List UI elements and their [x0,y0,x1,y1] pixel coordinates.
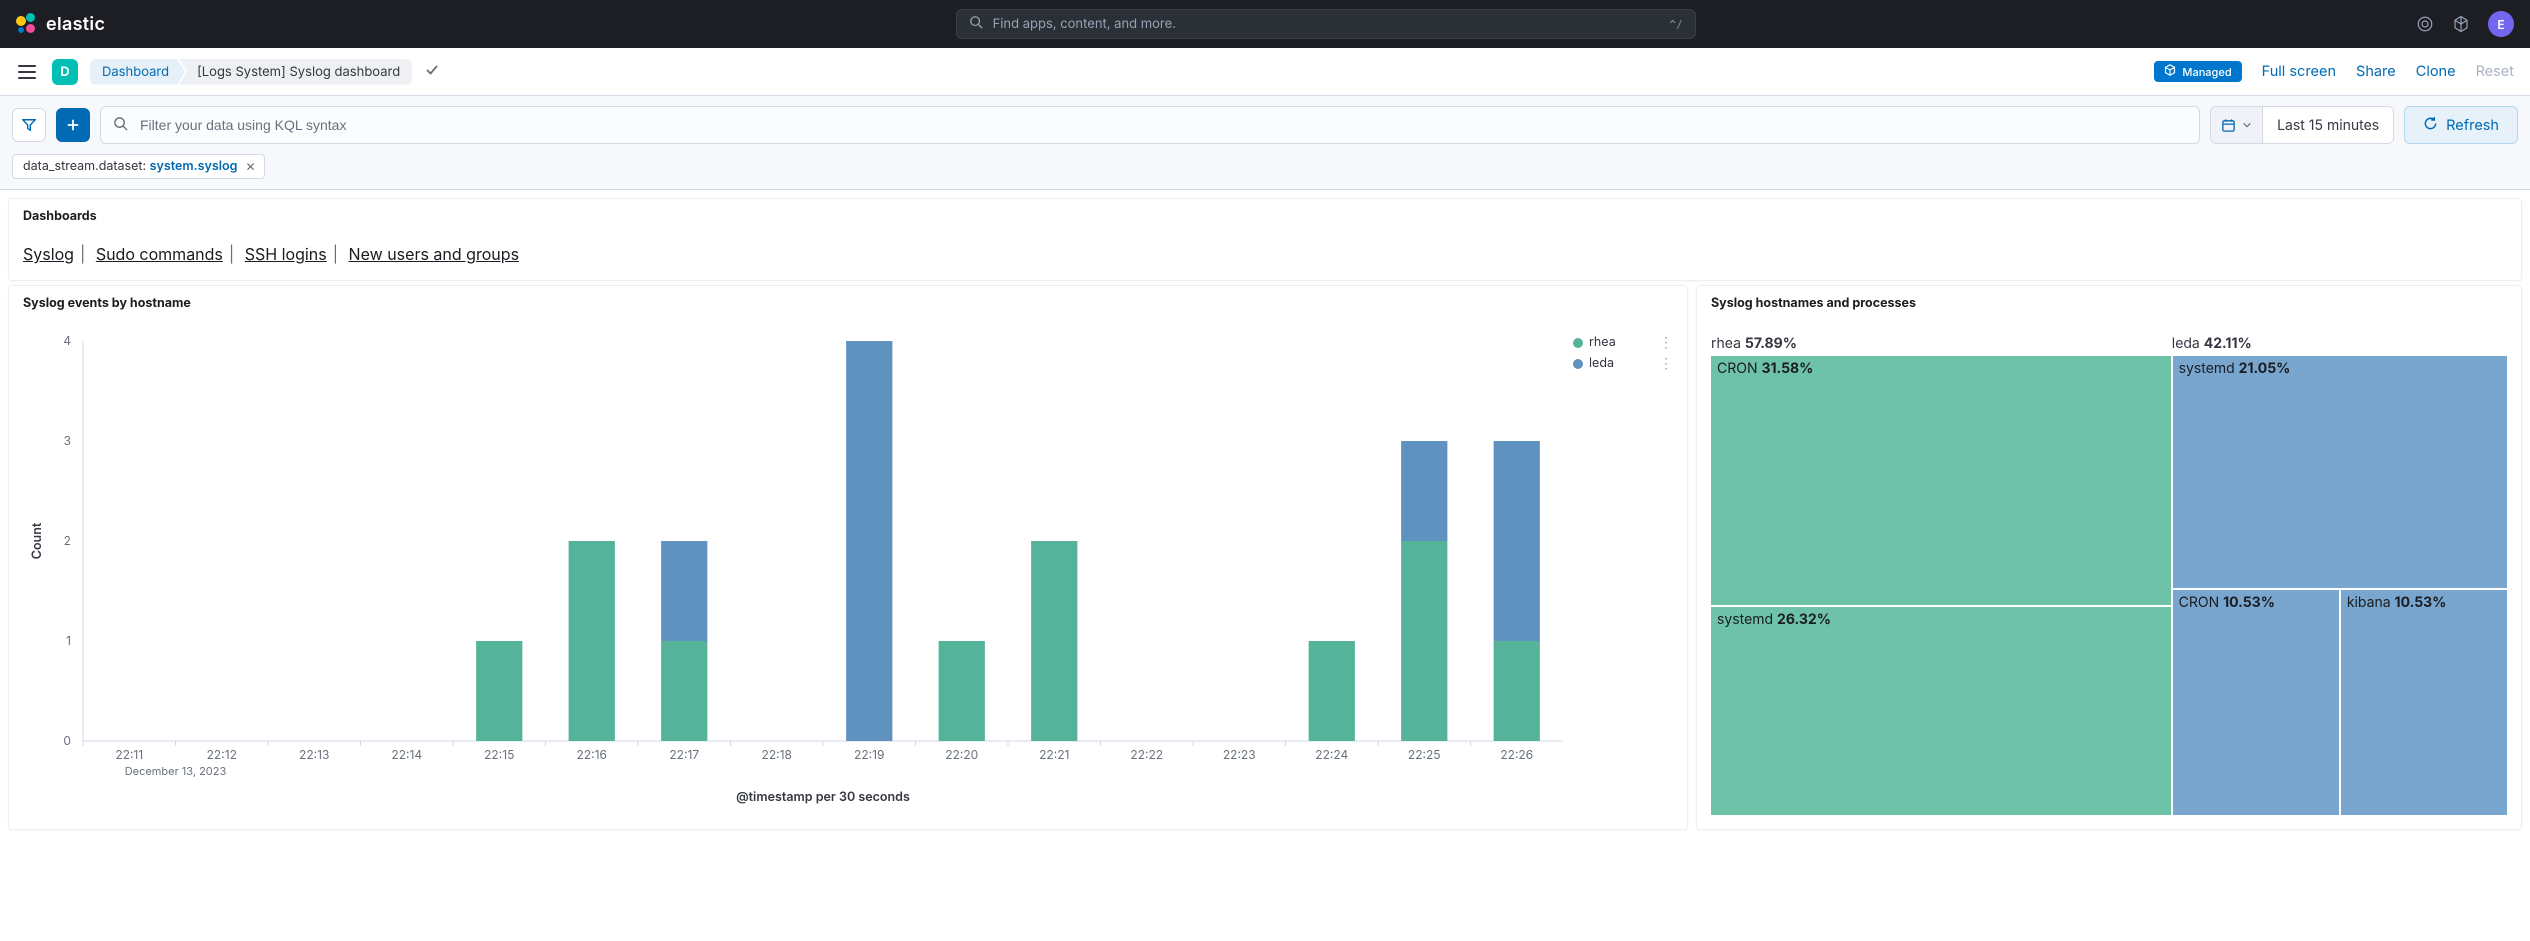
svg-text:22:12: 22:12 [207,747,237,762]
more-icon[interactable]: ⋮ [1659,338,1673,348]
svg-text:22:25: 22:25 [1408,747,1441,762]
treemap-cell[interactable]: systemd 21.05% [2173,356,2507,588]
svg-text:22:17: 22:17 [669,747,699,762]
treemap: CRON 31.58% systemd 26.32% systemd 21.05… [1711,356,2507,815]
dashboard-links: Syslog| Sudo commands| SSH logins| New u… [23,244,2507,264]
close-icon[interactable]: ✕ [245,159,255,174]
svg-text:22:16: 22:16 [577,747,607,762]
treemap-headers: rhea 57.89% leda 42.11% [1711,333,2507,354]
link-users[interactable]: New users and groups [349,244,520,264]
bar-chart: 0 1 2 3 4 22:11 22:12 22:13 22:14 22:15 22:16 22:17… [23,331,1573,811]
svg-text:22:14: 22:14 [391,747,422,762]
share-button[interactable]: Share [2356,63,2396,80]
newsfeed-icon[interactable] [2452,15,2470,33]
check-icon[interactable] [424,62,440,82]
svg-text:22:26: 22:26 [1500,747,1533,762]
clone-button[interactable]: Clone [2416,63,2456,80]
filter-options-button[interactable] [12,108,46,142]
link-ssh[interactable]: SSH logins [245,244,327,264]
charts-row: Syslog events by hostname 0 1 2 3 4 22:11 22:1… [8,285,2522,830]
app-badge[interactable]: D [52,59,78,85]
elastic-logo-icon [16,13,38,35]
search-icon [113,116,128,135]
treemap-cell[interactable]: systemd 26.32% [1711,607,2171,815]
query-bar: Last 15 minutes Refresh [0,96,2530,154]
svg-text:22:11: 22:11 [115,747,143,762]
elastic-logo[interactable]: elastic [16,13,105,35]
breadcrumb-dashboard[interactable]: Dashboard [90,59,185,85]
svg-text:Count: Count [30,522,45,559]
svg-text:@timestamp per 30 seconds: @timestamp per 30 seconds [736,790,910,805]
keyboard-hint: ^/ [1669,18,1682,31]
fullscreen-button[interactable]: Full screen [2262,63,2336,80]
svg-text:22:22: 22:22 [1130,747,1163,762]
reset-button: Reset [2476,63,2514,80]
chart-legend: rhea ⋮ leda ⋮ [1573,331,1673,815]
svg-text:4: 4 [63,333,71,348]
svg-text:2: 2 [64,533,71,548]
panel-title: Dashboards [23,209,2507,224]
svg-text:22:23: 22:23 [1223,747,1256,762]
svg-text:22:15: 22:15 [484,747,514,762]
svg-text:22:13: 22:13 [299,747,329,762]
dashboards-links-panel: Dashboards Syslog| Sudo commands| SSH lo… [8,198,2522,281]
refresh-button[interactable]: Refresh [2404,106,2518,144]
global-header: elastic Find apps, content, and more. ^/… [0,0,2530,48]
svg-text:22:21: 22:21 [1039,747,1069,762]
legend-item-leda[interactable]: leda ⋮ [1573,356,1673,371]
time-picker[interactable]: Last 15 minutes [2210,106,2394,144]
svg-text:3: 3 [64,433,71,448]
user-avatar[interactable]: E [2488,11,2514,37]
treemap-cell[interactable]: CRON 10.53% [2173,590,2339,815]
svg-text:22:20: 22:20 [945,747,978,762]
legend-item-rhea[interactable]: rhea ⋮ [1573,335,1673,350]
svg-text:22:18: 22:18 [762,747,792,762]
sub-header: D Dashboard [Logs System] Syslog dashboa… [0,48,2530,96]
nav-toggle-icon[interactable] [14,61,40,83]
more-icon[interactable]: ⋮ [1659,359,1673,369]
refresh-icon [2423,116,2438,135]
global-search-placeholder: Find apps, content, and more. [993,16,1176,32]
kql-input[interactable] [138,116,2187,134]
time-range-label[interactable]: Last 15 minutes [2263,107,2393,143]
add-filter-button[interactable] [56,108,90,142]
search-icon [969,15,983,33]
panel-title: Syslog hostnames and processes [1711,296,2507,311]
lifecycle-icon[interactable] [2416,15,2434,33]
logo-text: elastic [46,14,105,35]
svg-text:December 13, 2023: December 13, 2023 [125,764,227,778]
managed-badge: Managed [2154,61,2241,82]
filter-pills-row: data_stream.dataset: system.syslog ✕ [0,154,2530,190]
header-leda: leda 42.11% [2172,333,2507,354]
link-sudo[interactable]: Sudo commands [96,244,223,264]
package-icon [2164,64,2176,79]
svg-text:22:24: 22:24 [1315,747,1348,762]
treemap-panel: Syslog hostnames and processes rhea 57.8… [1696,285,2522,830]
breadcrumbs: Dashboard [Logs System] Syslog dashboard [90,59,412,85]
svg-text:22:19: 22:19 [854,747,884,762]
svg-text:1: 1 [66,633,71,648]
svg-text:0: 0 [63,733,71,748]
link-syslog[interactable]: Syslog [23,244,74,264]
global-search[interactable]: Find apps, content, and more. ^/ [956,9,1696,39]
treemap-cell[interactable]: kibana 10.53% [2341,590,2507,815]
header-rhea: rhea 57.89% [1711,333,2172,354]
breadcrumb-current: [Logs System] Syslog dashboard [179,59,412,85]
calendar-icon[interactable] [2211,107,2263,143]
bar-chart-panel: Syslog events by hostname 0 1 2 3 4 22:11 22:1… [8,285,1688,830]
panel-title: Syslog events by hostname [23,296,1673,311]
query-input-wrap[interactable] [100,106,2200,144]
treemap-cell[interactable]: CRON 31.58% [1711,356,2171,605]
filter-pill[interactable]: data_stream.dataset: system.syslog ✕ [12,154,265,179]
